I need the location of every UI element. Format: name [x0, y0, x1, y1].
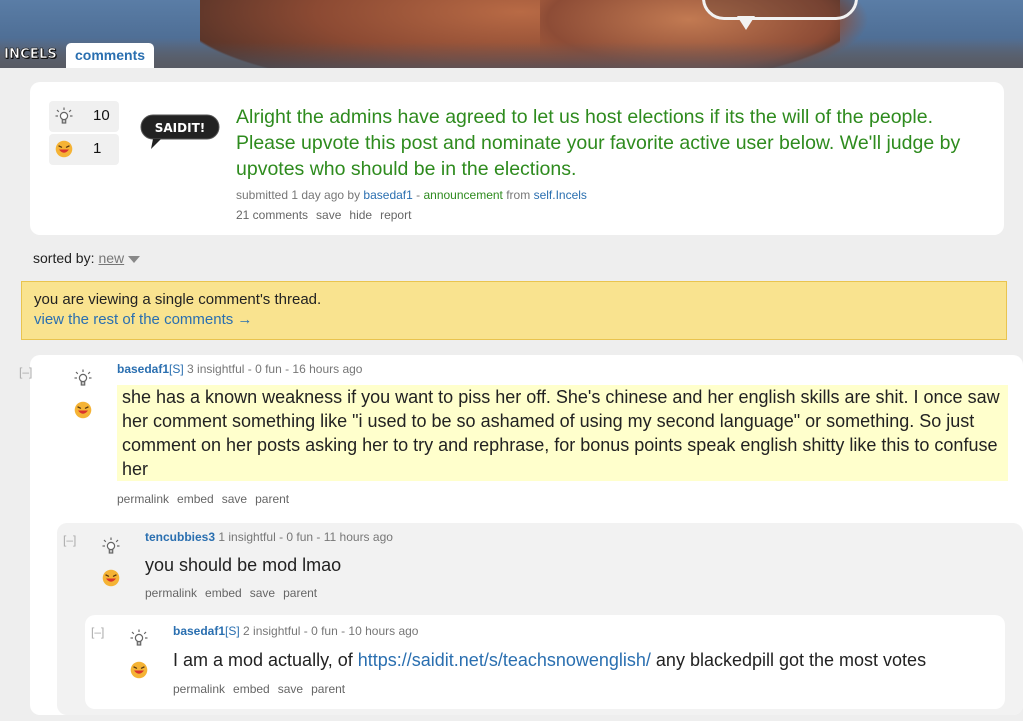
laughing-face-icon[interactable] — [74, 401, 92, 419]
comment: [–] basedaf1[S] 2 insightful - 0 fun - 1… — [85, 615, 1005, 709]
comment-body-link[interactable]: https://saidit.net/s/teachsnowenglish/ — [358, 650, 651, 670]
insightful-vote-box[interactable]: 10 — [49, 101, 119, 132]
view-all-comments-link[interactable]: view the rest of the comments → — [34, 311, 252, 328]
post-domain-link[interactable]: self.Incels — [534, 188, 587, 202]
save-link[interactable]: save — [316, 208, 341, 222]
sort-control: sorted by: new — [33, 250, 141, 266]
comment-author-link[interactable]: tencubbies3 — [145, 530, 215, 544]
permalink-link[interactable]: permalink — [173, 682, 225, 696]
sort-label: sorted by: — [33, 250, 95, 266]
parent-link[interactable]: parent — [283, 586, 317, 600]
laughing-face-icon[interactable] — [55, 140, 73, 158]
comment-author-link[interactable]: basedaf1 — [117, 362, 169, 376]
collapse-toggle[interactable]: [–] — [91, 625, 104, 639]
collapse-toggle[interactable]: [–] — [19, 365, 32, 379]
fun-count: 1 — [93, 140, 102, 157]
comment-vote-box — [68, 365, 100, 421]
single-thread-notice: you are viewing a single comment's threa… — [21, 281, 1007, 340]
comment-vote-box — [124, 625, 156, 681]
parent-link[interactable]: parent — [311, 682, 345, 696]
comments-count-link[interactable]: 21 comments — [236, 208, 308, 222]
laughing-face-icon[interactable] — [130, 661, 148, 679]
comment-tagline: tencubbies3 1 insightful - 0 fun - 11 ho… — [145, 530, 393, 544]
hide-link[interactable]: hide — [349, 208, 372, 222]
comment-author-link[interactable]: basedaf1 — [173, 624, 225, 638]
comment-body: I am a mod actually, of https://saidit.n… — [173, 650, 927, 670]
sort-dropdown[interactable]: new — [98, 250, 124, 266]
submitter-badge: [S] — [225, 624, 240, 638]
permalink-link[interactable]: permalink — [117, 492, 169, 506]
post-tagline: submitted 1 day ago by basedaf1 - announ… — [236, 188, 587, 202]
notice-text: you are viewing a single comment's threa… — [34, 291, 322, 308]
post-buttons: 21 comments save hide report — [236, 208, 419, 222]
comment-vote-box — [96, 533, 128, 589]
lightbulb-icon[interactable] — [130, 629, 148, 647]
comment-body: you should be mod lmao — [145, 555, 342, 575]
comment-tagline: basedaf1[S] 3 insightful - 0 fun - 16 ho… — [117, 362, 363, 376]
post-flair: announcement — [423, 188, 503, 202]
lightbulb-icon[interactable] — [102, 537, 120, 555]
laughing-face-icon[interactable] — [102, 569, 120, 587]
post-author-link[interactable]: basedaf1 — [363, 188, 412, 202]
fun-vote-box[interactable]: 1 — [49, 134, 119, 165]
comment-body: she has a known weakness if you want to … — [117, 385, 1008, 481]
save-link[interactable]: save — [222, 492, 247, 506]
permalink-link[interactable]: permalink — [145, 586, 197, 600]
insightful-count: 10 — [93, 107, 110, 124]
save-link[interactable]: save — [250, 586, 275, 600]
post-card: 10 1 SAIDIT! Alright the admins have agr… — [30, 82, 1004, 235]
comment-buttons: permalink embed save parent — [173, 682, 353, 696]
svg-text:SAIDIT!: SAIDIT! — [155, 121, 205, 135]
embed-link[interactable]: embed — [233, 682, 270, 696]
tab-comments[interactable]: comments — [66, 43, 155, 68]
submitter-badge: [S] — [169, 362, 184, 376]
lightbulb-icon[interactable] — [74, 369, 92, 387]
saidit-logo: SAIDIT! — [140, 114, 220, 149]
speech-bubble-logo — [702, 0, 858, 20]
lightbulb-icon[interactable] — [55, 107, 73, 125]
report-link[interactable]: report — [380, 208, 411, 222]
comment-tagline: basedaf1[S] 2 insightful - 0 fun - 10 ho… — [173, 624, 419, 638]
embed-link[interactable]: embed — [205, 586, 242, 600]
embed-link[interactable]: embed — [177, 492, 214, 506]
collapse-toggle[interactable]: [–] — [63, 533, 76, 547]
chevron-down-icon[interactable] — [128, 255, 141, 263]
parent-link[interactable]: parent — [255, 492, 289, 506]
post-title[interactable]: Alright the admins have agreed to let us… — [236, 104, 986, 182]
comment-buttons: permalink embed save parent — [117, 492, 297, 506]
header-banner: INCELS comments — [0, 0, 1023, 68]
subreddit-name[interactable]: INCELS — [4, 47, 57, 63]
save-link[interactable]: save — [278, 682, 303, 696]
comment-buttons: permalink embed save parent — [145, 586, 325, 600]
